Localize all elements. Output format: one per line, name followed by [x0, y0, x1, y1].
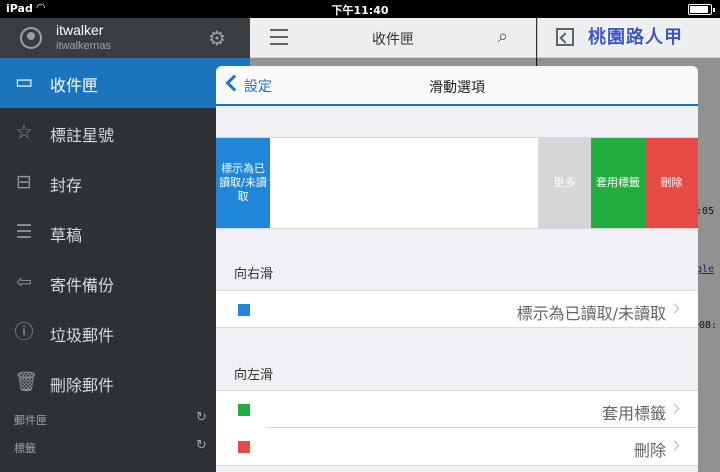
color-swatch [238, 304, 250, 316]
chevron-right-icon [669, 303, 680, 314]
account-name: itwalker [56, 22, 104, 38]
battery-icon [688, 4, 715, 15]
swipe-options-modal: 設定 滑動選項 標示為已讀取/未讀取 更多 套用標籤 刪除 向右滑 標示為已讀取… [216, 66, 698, 472]
chevron-right-icon [669, 403, 680, 414]
sidebar-item-label: 封存 [50, 176, 83, 195]
preview-delete-action: 刪除 [645, 138, 698, 228]
color-swatch [238, 441, 250, 453]
sidebar-item-starred[interactable]: ☆ 標註星號 [0, 108, 250, 158]
reading-pane-header: 桃園路人甲 [537, 18, 720, 58]
swipe-left-option-1[interactable]: 套用標籤 [216, 390, 698, 428]
sidebar-item-drafts[interactable]: ☰ 草稿 [0, 208, 250, 258]
sidebar-item-label: 寄件備份 [50, 276, 115, 295]
swipe-left-option-2[interactable]: 刪除 [216, 428, 698, 466]
sidebar-item-label: 刪除郵件 [50, 376, 115, 395]
sidebar-item-spam[interactable]: ⓘ 垃圾郵件 [0, 308, 250, 358]
sidebar-item-inbox[interactable]: ▭ 收件匣 [0, 58, 250, 108]
swipe-right-option[interactable]: 標示為已讀取/未讀取 [216, 290, 698, 328]
inbox-icon: ▭ [15, 71, 33, 93]
message-list-header: 收件匣 ⌕ [250, 18, 536, 58]
swipe-right-header: 向右滑 [234, 267, 274, 282]
section-header-folders[interactable]: 郵件匣 ↻ [0, 408, 250, 430]
sidebar-item-sent[interactable]: ⇦ 寄件備份 [0, 258, 250, 308]
trash-icon: 🗑 [14, 371, 39, 393]
draft-icon: ☰ [15, 221, 33, 243]
section-label: 標籤 [14, 442, 36, 455]
option-value: 標示為已讀取/未讀取 [516, 304, 666, 323]
sidebar-item-trash[interactable]: 🗑 刪除郵件 [0, 358, 250, 408]
gear-icon[interactable]: ⚙ [208, 26, 226, 50]
preview-read-action: 標示為已讀取/未讀取 [216, 138, 270, 228]
sidebar-item-label: 標註星號 [50, 126, 115, 145]
preview-label-action: 套用標籤 [591, 138, 645, 228]
section-label: 郵件匣 [14, 414, 47, 427]
sidebar-item-label: 收件匣 [50, 76, 99, 95]
sidebar: itwalker itwalkernas ⚙ ▭ 收件匣 ☆ 標註星號 ⊟ 封存… [0, 18, 250, 472]
status-time: 下午11:40 [331, 4, 389, 17]
color-swatch [238, 404, 250, 416]
option-value: 刪除 [633, 441, 666, 460]
refresh-icon[interactable]: ↻ [196, 438, 207, 453]
section-header-labels[interactable]: 標籤 ↻ [0, 436, 250, 458]
expand-icon[interactable] [556, 28, 574, 46]
preview-more-action: 更多 [538, 138, 591, 228]
sidebar-item-label: 草稿 [50, 226, 83, 245]
refresh-icon[interactable]: ↻ [196, 410, 207, 425]
option-value: 套用標籤 [601, 404, 666, 423]
sidebar-item-label: 垃圾郵件 [50, 326, 115, 345]
account-header[interactable]: itwalker itwalkernas ⚙ [0, 18, 250, 58]
status-bar: iPad ◠ 下午11:40 [0, 0, 720, 18]
account-email: itwalkernas [56, 40, 112, 52]
watermark: 桃園路人甲 [588, 27, 683, 48]
sidebar-item-archive[interactable]: ⊟ 封存 [0, 158, 250, 208]
swipe-left-header: 向左滑 [234, 368, 274, 383]
modal-title: 滑動選項 [429, 80, 485, 96]
list-title: 收件匣 [372, 32, 414, 48]
star-icon: ☆ [15, 121, 33, 143]
chevron-right-icon [669, 440, 680, 451]
archive-icon: ⊟ [16, 171, 32, 193]
swipe-preview: 標示為已讀取/未讀取 更多 套用標籤 刪除 [216, 137, 698, 229]
modal-header: 設定 滑動選項 [216, 66, 698, 106]
sent-icon: ⇦ [16, 271, 32, 293]
avatar-icon [20, 27, 42, 49]
spam-icon: ⓘ [14, 321, 34, 343]
search-icon[interactable]: ⌕ [498, 26, 508, 47]
